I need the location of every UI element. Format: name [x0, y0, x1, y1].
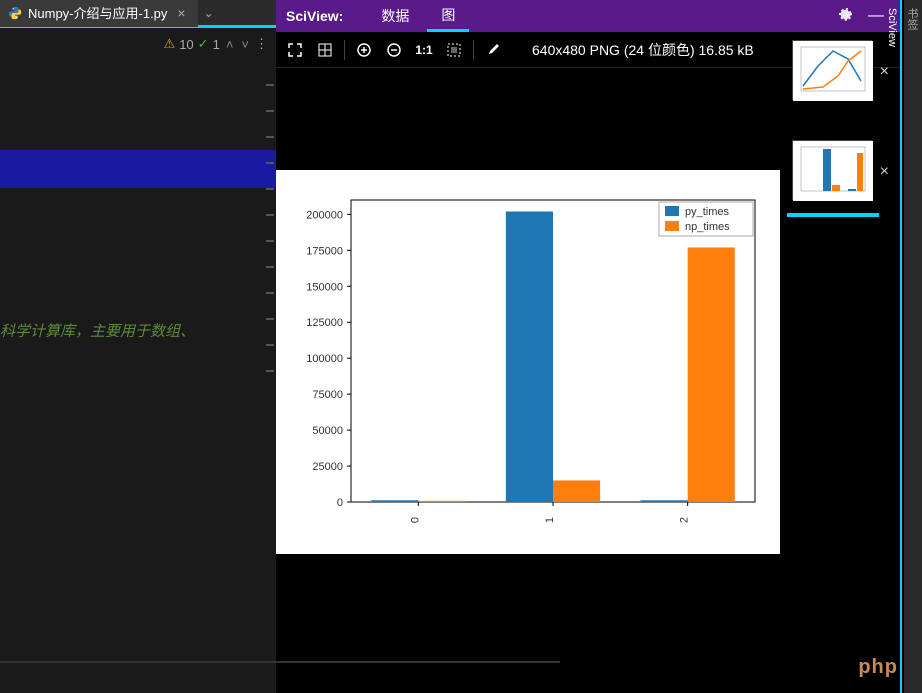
- chevron-down-icon[interactable]: ⌄: [198, 6, 220, 20]
- color-picker-icon[interactable]: [482, 39, 504, 61]
- thumbnail-column: × ×: [792, 40, 884, 240]
- zoom-in-icon[interactable]: [353, 39, 375, 61]
- svg-text:75000: 75000: [312, 389, 343, 401]
- chevron-up-icon[interactable]: ˄: [224, 37, 236, 52]
- python-icon: [8, 6, 22, 20]
- fit-icon[interactable]: [443, 39, 465, 61]
- warning-count: 10: [179, 37, 193, 52]
- bottom-bar: php: [0, 641, 922, 693]
- editor-body[interactable]: 科学计算库，主要用于数组、: [0, 60, 276, 640]
- warning-icon[interactable]: ⚠: [164, 36, 176, 52]
- more-icon[interactable]: ⋮: [255, 36, 268, 52]
- svg-text:0: 0: [409, 517, 421, 523]
- svg-text:50000: 50000: [312, 425, 343, 437]
- svg-text:100000: 100000: [306, 353, 343, 365]
- selection-highlight: [0, 150, 276, 188]
- file-tab-label: Numpy-介绍与应用-1.py: [28, 3, 167, 22]
- grid-icon[interactable]: [314, 39, 336, 61]
- svg-text:175000: 175000: [306, 245, 343, 257]
- check-count: 1: [213, 37, 220, 52]
- svg-text:0: 0: [337, 497, 343, 509]
- thumbnail-0[interactable]: ×: [792, 40, 872, 100]
- right-toolwindow-bar: 书签 SciView: [904, 0, 922, 693]
- svg-text:np_times: np_times: [685, 221, 730, 233]
- marker-gutter: [264, 60, 276, 600]
- tab-data[interactable]: 数据: [367, 0, 423, 32]
- tab-plots[interactable]: 图: [427, 0, 469, 32]
- svg-text:25000: 25000: [312, 461, 343, 473]
- thumbnail-1[interactable]: ×: [792, 140, 872, 200]
- plot-area[interactable]: 0 25000 50000 75000 100000 125000 150000 175000…: [276, 170, 780, 554]
- zoom-out-icon[interactable]: [383, 39, 405, 61]
- bar-chart: 0 25000 50000 75000 100000 125000 150000 175000…: [276, 170, 780, 554]
- sciview-pane: SciView: 数据 图 — 1:1 640x480 PNG (24 位颜色: [276, 0, 900, 693]
- vert-tab-sciview[interactable]: SciView: [884, 0, 902, 693]
- sciview-header: SciView: 数据 图 —: [276, 0, 900, 32]
- close-icon[interactable]: ×: [173, 5, 189, 21]
- editor-pane: Numpy-介绍与应用-1.py × ⌄ ⚠ 10 ✓ 1 ˄ ˅ ⋮ 科学计算…: [0, 0, 276, 693]
- svg-text:1: 1: [544, 517, 556, 523]
- chevron-down-icon[interactable]: ˅: [239, 37, 251, 52]
- check-icon[interactable]: ✓: [198, 36, 209, 52]
- vert-tab-bookmarks[interactable]: 书签: [902, 0, 922, 693]
- image-info: 640x480 PNG (24 位颜色) 16.85 kB: [532, 40, 754, 60]
- watermark: php: [858, 656, 898, 679]
- inspection-bar: ⚠ 10 ✓ 1 ˄ ˅ ⋮: [0, 28, 276, 60]
- gear-icon[interactable]: [830, 6, 858, 27]
- one-to-one-icon[interactable]: 1:1: [413, 39, 435, 61]
- fullscreen-icon[interactable]: [284, 39, 306, 61]
- svg-text:125000: 125000: [306, 317, 343, 329]
- editor-tab-row: Numpy-介绍与应用-1.py × ⌄: [0, 0, 276, 28]
- svg-text:150000: 150000: [306, 281, 343, 293]
- code-comment: 科学计算库，主要用于数组、: [0, 320, 195, 341]
- svg-text:py_times: py_times: [685, 206, 730, 218]
- svg-text:2: 2: [679, 517, 691, 523]
- svg-text:200000: 200000: [306, 209, 343, 221]
- file-tab[interactable]: Numpy-介绍与应用-1.py ×: [0, 0, 198, 27]
- sciview-title: SciView:: [286, 8, 343, 24]
